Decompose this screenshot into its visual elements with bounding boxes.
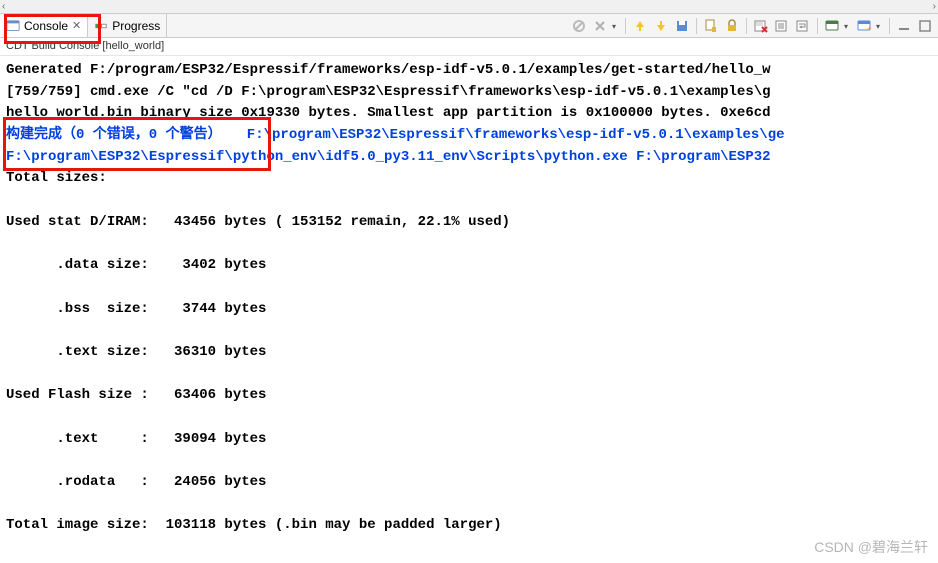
console-line: Used Flash size : 63406 bytes xyxy=(6,385,932,407)
console-line xyxy=(6,320,932,342)
scroll-lock-button[interactable] xyxy=(773,17,791,35)
console-line: .text : 39094 bytes xyxy=(6,429,932,451)
pin-button[interactable] xyxy=(702,17,720,35)
console-icon xyxy=(6,19,20,33)
console-line xyxy=(6,450,932,472)
svg-text:+: + xyxy=(867,24,872,33)
clear-button[interactable] xyxy=(752,17,770,35)
tab-console-label: Console xyxy=(24,19,68,33)
scroll-left-icon[interactable]: ‹ xyxy=(2,1,5,12)
tab-console[interactable]: Console ✕ xyxy=(0,14,88,37)
console-line: .data size: 3402 bytes xyxy=(6,255,932,277)
console-line: .bss size: 3744 bytes xyxy=(6,299,932,321)
console-subtitle: CDT Build Console [hello_world] xyxy=(0,38,938,56)
next-button[interactable] xyxy=(652,17,670,35)
console-line: .rodata : 24056 bytes xyxy=(6,472,932,494)
progress-icon xyxy=(94,19,108,33)
remove-button[interactable] xyxy=(591,17,609,35)
wrap-button[interactable] xyxy=(794,17,812,35)
remove-dropdown-icon[interactable]: ▾ xyxy=(612,22,620,31)
tab-progress-label: Progress xyxy=(112,19,160,33)
display-dropdown-icon[interactable]: ▾ xyxy=(844,22,852,31)
display-selected-button[interactable] xyxy=(823,17,841,35)
console-line xyxy=(6,234,932,256)
separator xyxy=(746,18,747,34)
console-line: Generated F:/program/ESP32/Espressif/fra… xyxy=(6,60,932,82)
console-line: Used stat D/IRAM: 43456 bytes ( 153152 r… xyxy=(6,212,932,234)
maximize-button[interactable] xyxy=(916,17,934,35)
console-line: 构建完成（0 个错误，0 个警告） F:\program\ESP32\Espre… xyxy=(6,125,932,147)
lock-button[interactable] xyxy=(723,17,741,35)
minimize-button[interactable] xyxy=(895,17,913,35)
separator xyxy=(817,18,818,34)
prev-button[interactable] xyxy=(631,17,649,35)
tab-progress[interactable]: Progress xyxy=(88,14,167,37)
separator xyxy=(696,18,697,34)
console-line xyxy=(6,364,932,386)
console-line xyxy=(6,190,932,212)
save-button[interactable] xyxy=(673,17,691,35)
console-line: hello_world.bin binary size 0x19330 byte… xyxy=(6,103,932,125)
console-line: [759/759] cmd.exe /C "cd /D F:\program\E… xyxy=(6,82,932,104)
cancel-button[interactable] xyxy=(570,17,588,35)
console-line xyxy=(6,277,932,299)
close-icon[interactable]: ✕ xyxy=(72,19,81,32)
separator xyxy=(625,18,626,34)
scroll-right-icon[interactable]: › xyxy=(933,1,936,12)
separator xyxy=(889,18,890,34)
console-line xyxy=(6,494,932,516)
horizontal-scroll-strip: ‹ › xyxy=(0,0,938,14)
console-line: Total sizes: xyxy=(6,168,932,190)
view-tabbar: Console ✕ Progress ▾ ▾ + ▾ xyxy=(0,14,938,38)
open-console-button[interactable]: + xyxy=(855,17,873,35)
watermark-text: CSDN @碧海兰轩 xyxy=(814,537,928,557)
console-line: F:\program\ESP32\Espressif\python_env\id… xyxy=(6,147,932,169)
console-line xyxy=(6,407,932,429)
console-line: Total image size: 103118 bytes (.bin may… xyxy=(6,515,932,537)
console-toolbar: ▾ ▾ + ▾ xyxy=(570,14,934,38)
console-output: Generated F:/program/ESP32/Espressif/fra… xyxy=(0,56,938,541)
open-console-dropdown-icon[interactable]: ▾ xyxy=(876,22,884,31)
console-line: .text size: 36310 bytes xyxy=(6,342,932,364)
